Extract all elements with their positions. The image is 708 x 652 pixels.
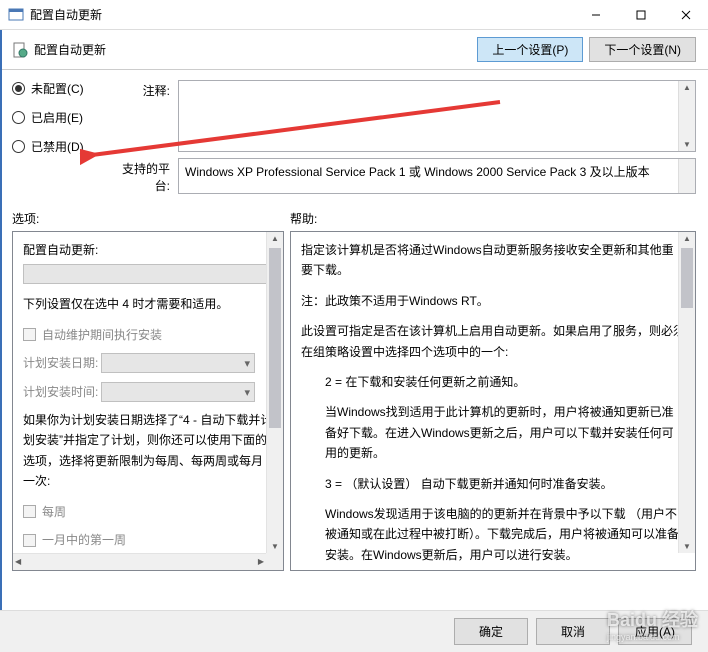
radio-dot-icon — [12, 111, 25, 124]
scrollbar-vertical[interactable] — [678, 159, 695, 193]
scrollbar-vertical[interactable] — [678, 232, 695, 553]
help-pane: 指定该计算机是否将通过Windows自动更新服务接收安全更新和其他重要下载。 注… — [290, 231, 696, 571]
chk-label: 每周 — [42, 502, 66, 522]
left-border — [0, 30, 2, 652]
header-title: 配置自动更新 — [34, 41, 471, 58]
supported-platform-box: Windows XP Professional Service Pack 1 或… — [178, 158, 696, 194]
radio-label: 已启用(E) — [31, 109, 83, 126]
options-note: 下列设置仅在选中 4 时才需要和适用。 — [23, 294, 273, 314]
radio-disabled[interactable]: 已禁用(D) — [12, 138, 122, 155]
configure-update-combo[interactable] — [23, 264, 273, 284]
help-paragraph: 3 = （默认设置） 自动下载更新并通知何时准备安装。 — [301, 474, 685, 494]
options-label: 选项: — [12, 210, 290, 227]
checkbox-icon — [23, 505, 36, 518]
watermark-sub: jingyan.baidu.com — [607, 632, 698, 642]
scrollbar-vertical[interactable] — [678, 81, 695, 151]
scrollbar-vertical[interactable] — [266, 232, 283, 553]
checkbox-icon — [23, 534, 36, 547]
chk-label: 自动维护期间执行安装 — [42, 325, 162, 345]
next-setting-button[interactable]: 下一个设置(N) — [589, 37, 696, 62]
help-paragraph: 此设置可指定是否在该计算机上启用自动更新。如果启用了服务，则必须在组策略设置中选… — [301, 321, 685, 362]
close-button[interactable] — [663, 0, 708, 29]
help-paragraph: 指定该计算机是否将通过Windows自动更新服务接收安全更新和其他重要下载。 — [301, 240, 685, 281]
radio-dot-icon — [12, 140, 25, 153]
watermark: Baidu 经验 jingyan.baidu.com — [607, 606, 698, 642]
comment-label: 注释: — [122, 80, 178, 152]
platform-text: Windows XP Professional Service Pack 1 或… — [185, 165, 650, 179]
chk-label: 一月中的第一周 — [42, 530, 126, 550]
chk-weekly[interactable]: 每周 — [23, 502, 273, 522]
chk-first-week[interactable]: 一月中的第一周 — [23, 530, 273, 550]
options-pane: 配置自动更新: 下列设置仅在选中 4 时才需要和适用。 自动维护期间执行安装 计… — [12, 231, 284, 571]
radio-not-configured[interactable]: 未配置(C) — [12, 80, 122, 97]
chk-auto-maintenance[interactable]: 自动维护期间执行安装 — [23, 325, 273, 345]
footer: 确定 取消 应用(A) — [0, 610, 708, 652]
minimize-button[interactable] — [573, 0, 618, 29]
help-label: 帮助: — [290, 210, 317, 227]
cancel-button[interactable]: 取消 — [536, 618, 610, 645]
scrollbar-corner — [266, 553, 283, 570]
ok-button[interactable]: 确定 — [454, 618, 528, 645]
prev-setting-button[interactable]: 上一个设置(P) — [477, 37, 583, 62]
scrollbar-horizontal[interactable] — [13, 553, 266, 570]
maximize-button[interactable] — [618, 0, 663, 29]
header: 配置自动更新 上一个设置(P) 下一个设置(N) — [0, 30, 708, 70]
radio-dot-icon — [12, 82, 25, 95]
options-heading: 配置自动更新: — [23, 240, 273, 260]
radio-label: 未配置(C) — [31, 80, 84, 97]
window-title: 配置自动更新 — [30, 6, 573, 23]
sched-date-label: 计划安装日期: — [23, 353, 101, 373]
watermark-brand: Baidu 经验 — [607, 610, 698, 630]
platform-label: 支持的平台: — [122, 158, 178, 194]
policy-icon — [12, 42, 28, 58]
sched-date-combo[interactable] — [101, 353, 255, 373]
help-paragraph: 注：此政策不适用于Windows RT。 — [301, 291, 685, 311]
radio-enabled[interactable]: 已启用(E) — [12, 109, 122, 126]
help-paragraph: Windows发现适用于该电脑的的更新并在背景中予以下载 （用户不被通知或在此过… — [301, 504, 685, 565]
help-paragraph: 2 = 在下载和安装任何更新之前通知。 — [301, 372, 685, 392]
help-paragraph: 当Windows找到适用于此计算机的更新时，用户将被通知更新已准备好下载。在进入… — [301, 402, 685, 463]
titlebar: 配置自动更新 — [0, 0, 708, 30]
comment-textarea[interactable] — [178, 80, 696, 152]
sched-time-combo[interactable] — [101, 382, 255, 402]
radio-label: 已禁用(D) — [31, 138, 84, 155]
sched-time-label: 计划安装时间: — [23, 382, 101, 402]
checkbox-icon — [23, 328, 36, 341]
options-para: 如果你为计划安装日期选择了“4 - 自动下载并计划安装”并指定了计划，则你还可以… — [23, 410, 273, 492]
app-icon — [8, 7, 24, 23]
